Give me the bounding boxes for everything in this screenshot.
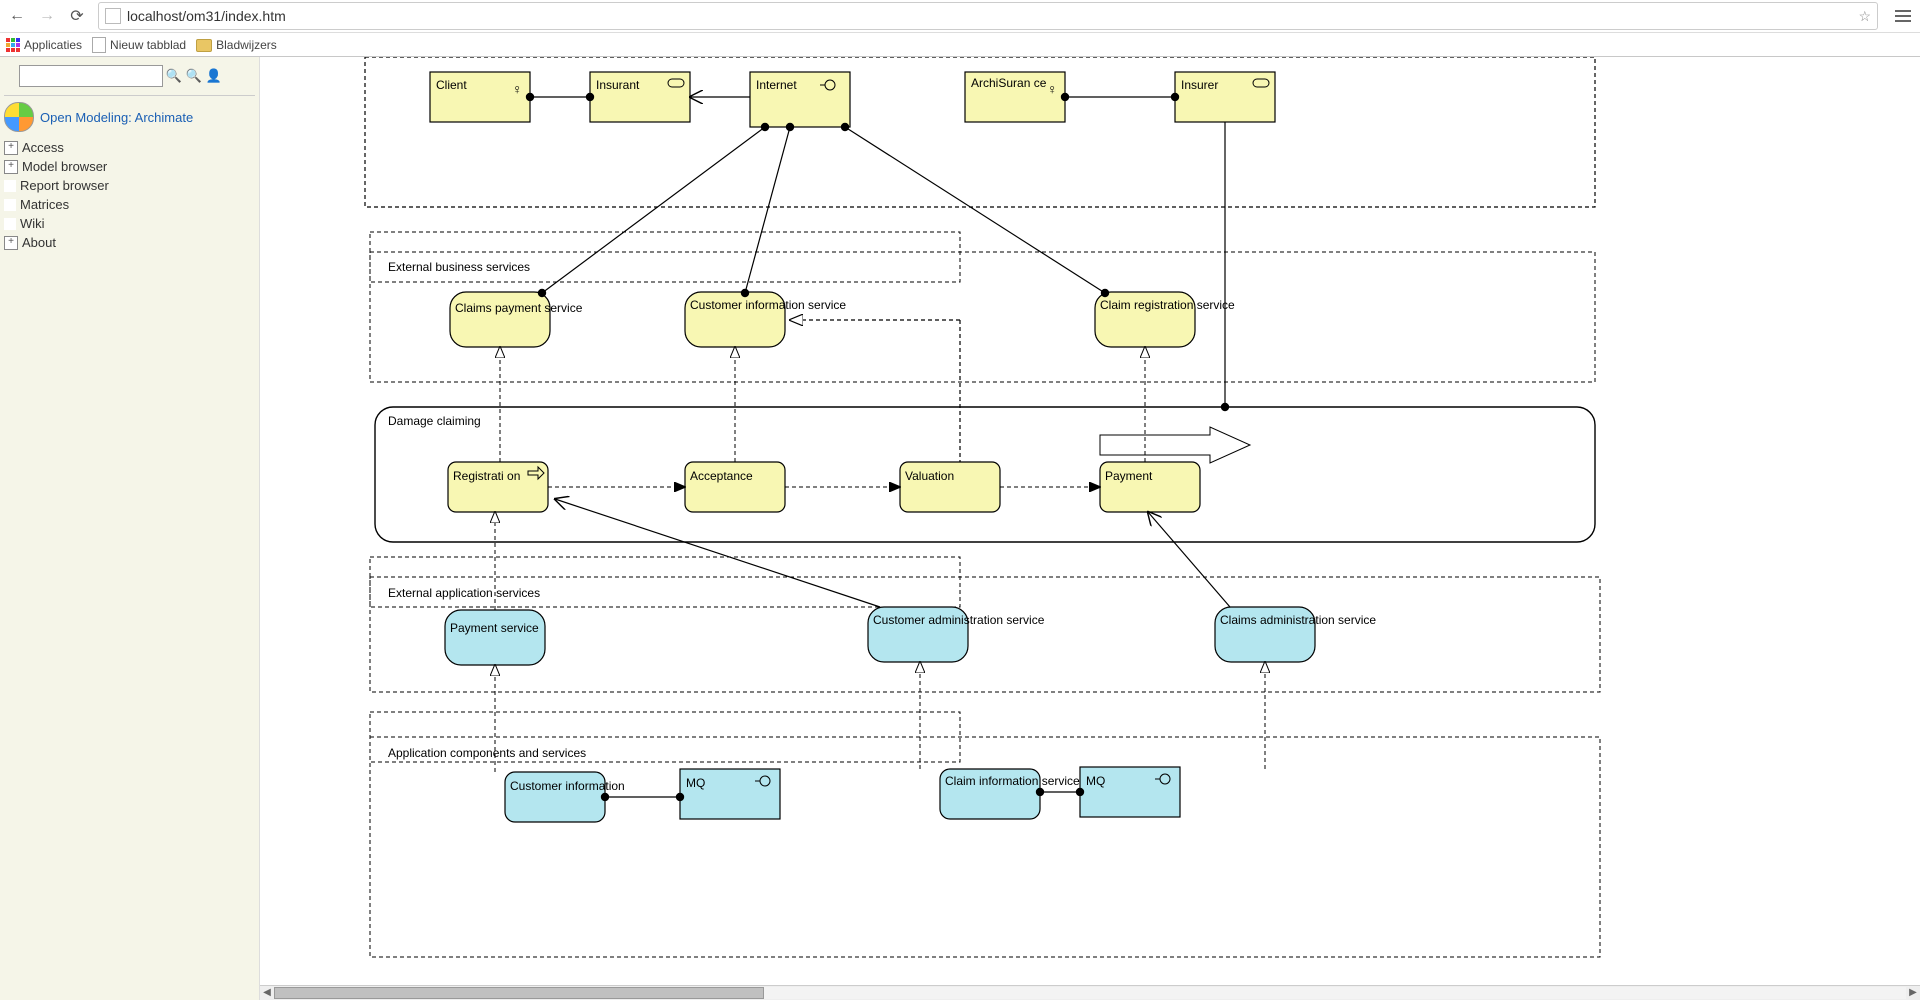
tree-item-label: Model browser: [22, 159, 107, 174]
node-claims-admin-service[interactable]: Claims administration service: [1215, 607, 1376, 662]
reload-button[interactable]: ⟳: [64, 3, 90, 29]
horizontal-scrollbar[interactable]: ◀ ▶: [260, 985, 1920, 1000]
archimate-diagram: Client♀ Insurant Internet ArchiSuran ce♀…: [260, 57, 1900, 987]
node-valuation[interactable]: Valuation: [900, 462, 1000, 512]
node-internet[interactable]: Internet: [750, 72, 850, 127]
expand-icon[interactable]: +: [4, 160, 18, 174]
svg-text:Customer administration servic: Customer administration service: [873, 613, 1045, 627]
svg-text:Internet: Internet: [756, 78, 797, 92]
group-label-ext-bus: External business services: [388, 260, 530, 274]
svg-text:Registrati on: Registrati on: [453, 469, 520, 483]
tree-root[interactable]: Open Modeling: Archimate: [4, 102, 255, 132]
node-claim-registration-service[interactable]: Claim registration service: [1095, 292, 1235, 347]
node-customer-admin-service[interactable]: Customer administration service: [868, 607, 1045, 662]
scroll-track[interactable]: [274, 987, 1906, 999]
leaf-icon: [4, 218, 16, 230]
url-text: localhost/om31/index.htm: [127, 8, 286, 24]
bookmarks-bar: Applicaties Nieuw tabblad Bladwijzers: [0, 33, 1920, 57]
tree-item-access[interactable]: + Access: [4, 138, 255, 157]
svg-text:MQ: MQ: [1086, 774, 1105, 788]
tree-item-matrices[interactable]: Matrices: [4, 195, 255, 214]
archimate-logo-icon: [4, 102, 34, 132]
apps-grid-icon: [6, 38, 20, 52]
tree: + Access + Model browser Report browser Ma…: [4, 138, 255, 252]
node-archisurance[interactable]: ArchiSuran ce♀: [965, 72, 1065, 122]
svg-text:Insurant: Insurant: [596, 78, 640, 92]
address-bar[interactable]: localhost/om31/index.htm ☆: [98, 2, 1878, 30]
tree-item-label: Report browser: [20, 178, 109, 193]
node-mq1[interactable]: MQ: [680, 769, 780, 819]
bookmarks-shortcut[interactable]: Bladwijzers: [196, 38, 277, 52]
svg-text:♀: ♀: [1047, 81, 1058, 97]
expand-icon[interactable]: +: [4, 236, 18, 250]
apps-label: Applicaties: [24, 38, 82, 52]
node-claims-payment-service[interactable]: Claims payment service: [450, 292, 583, 347]
bookmark-star-icon[interactable]: ☆: [1858, 8, 1871, 25]
forward-button: →: [34, 3, 60, 29]
svg-text:Insurer: Insurer: [1181, 78, 1218, 92]
group-label-app-comp: Application components and services: [388, 746, 586, 760]
node-registration[interactable]: Registrati on: [448, 462, 548, 512]
svg-text:Claims payment service: Claims payment service: [455, 301, 583, 315]
group-label-ext-app: External application services: [388, 586, 540, 600]
svg-text:Valuation: Valuation: [905, 469, 954, 483]
scroll-left-icon[interactable]: ◀: [260, 987, 274, 999]
back-button[interactable]: ←: [4, 3, 30, 29]
search-person-icon[interactable]: 👤: [205, 67, 223, 85]
apps-shortcut[interactable]: Applicaties: [6, 38, 82, 52]
node-customer-information-service[interactable]: Customer information service: [685, 292, 846, 347]
newtab-shortcut[interactable]: Nieuw tabblad: [92, 37, 186, 53]
tree-item-report-browser[interactable]: Report browser: [4, 176, 255, 195]
tree-item-label: Access: [22, 140, 64, 155]
tree-item-about[interactable]: + About: [4, 233, 255, 252]
svg-text:Customer information: Customer information: [510, 779, 625, 793]
node-client[interactable]: Client ♀: [430, 72, 530, 122]
node-insurer[interactable]: Insurer: [1175, 72, 1275, 122]
group-label-damage: Damage claiming: [388, 414, 481, 428]
svg-text:Payment service: Payment service: [450, 621, 539, 635]
menu-button[interactable]: [1890, 3, 1916, 29]
search-input[interactable]: [19, 65, 163, 87]
node-mq2[interactable]: MQ: [1080, 767, 1180, 817]
browser-nav-bar: ← → ⟳ localhost/om31/index.htm ☆: [0, 0, 1920, 33]
node-insurant[interactable]: Insurant: [590, 72, 690, 122]
svg-text:Claims administration service: Claims administration service: [1220, 613, 1376, 627]
svg-text:Claim registration service: Claim registration service: [1100, 298, 1235, 312]
scroll-thumb[interactable]: [274, 987, 764, 999]
node-acceptance[interactable]: Acceptance: [685, 462, 785, 512]
file-icon: [92, 37, 106, 53]
node-claim-information-service[interactable]: Claim information service: [940, 769, 1080, 819]
svg-text:Payment: Payment: [1105, 469, 1153, 483]
node-payment[interactable]: Payment: [1100, 462, 1200, 512]
svg-text:Client: Client: [436, 78, 467, 92]
tree-item-label: Matrices: [20, 197, 69, 212]
tree-root-label: Open Modeling: Archimate: [40, 110, 193, 125]
bookmarks-label: Bladwijzers: [216, 38, 277, 52]
tree-item-wiki[interactable]: Wiki: [4, 214, 255, 233]
flow-arrow-icon: [1100, 427, 1250, 463]
scroll-right-icon[interactable]: ▶: [1906, 987, 1920, 999]
svg-text:♀: ♀: [512, 81, 523, 97]
search-icon[interactable]: 🔍: [165, 67, 183, 85]
page-icon: [105, 8, 121, 24]
tree-item-label: Wiki: [20, 216, 45, 231]
svg-text:Acceptance: Acceptance: [690, 469, 753, 483]
tree-item-label: About: [22, 235, 56, 250]
search-plus-icon[interactable]: 🔍: [185, 67, 203, 85]
svg-text:Claim information service: Claim information service: [945, 774, 1080, 788]
leaf-icon: [4, 199, 16, 211]
diagram-canvas[interactable]: Client♀ Insurant Internet ArchiSuran ce♀…: [260, 57, 1920, 1000]
expand-icon[interactable]: +: [4, 141, 18, 155]
sidebar: 🔍 🔍 👤 Open Modeling: Archimate + Access +…: [0, 57, 260, 1000]
svg-text:MQ: MQ: [686, 776, 705, 790]
node-payment-service[interactable]: Payment service: [445, 610, 545, 665]
svg-text:Customer information service: Customer information service: [690, 298, 846, 312]
tree-item-model-browser[interactable]: + Model browser: [4, 157, 255, 176]
search-row: 🔍 🔍 👤: [19, 65, 255, 87]
folder-icon: [196, 39, 212, 52]
svg-text:ArchiSuran ce: ArchiSuran ce: [971, 76, 1047, 90]
leaf-icon: [4, 180, 16, 192]
newtab-label: Nieuw tabblad: [110, 38, 186, 52]
